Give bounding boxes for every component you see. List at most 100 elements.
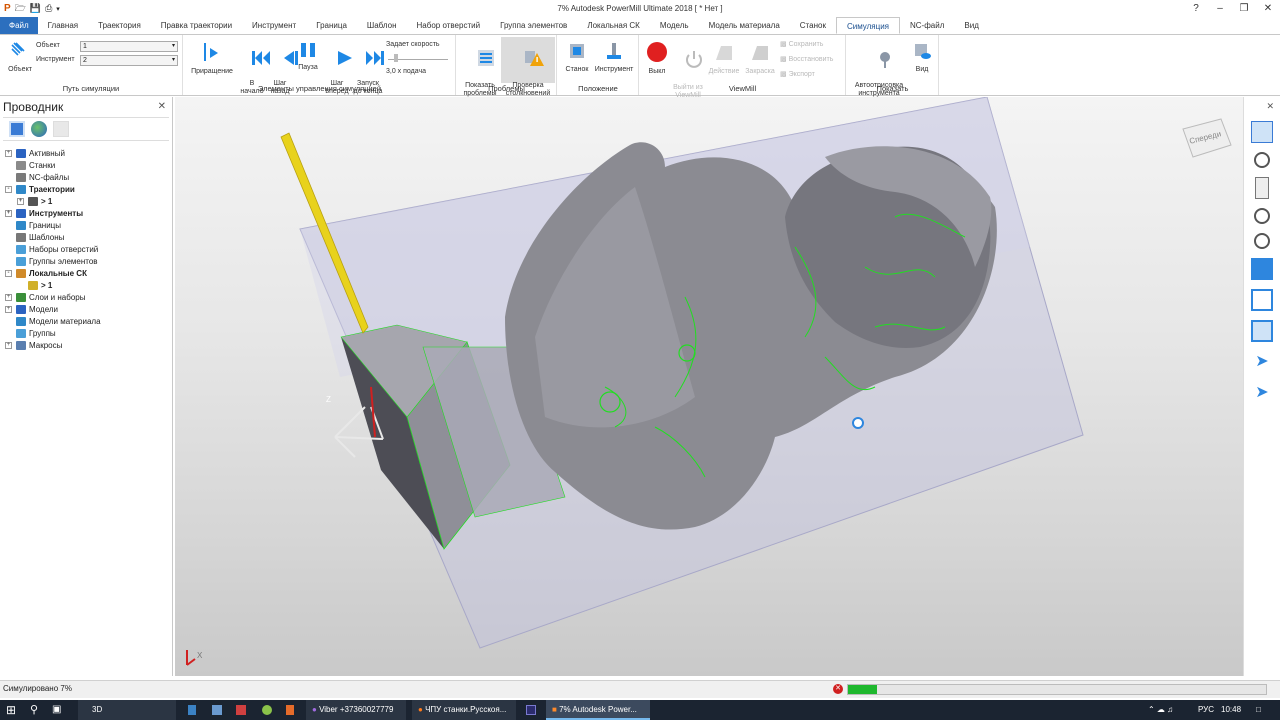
viewmill-off-button[interactable]: Выкл [644,41,670,76]
action-button[interactable]: Действие [706,41,742,76]
tab-13[interactable]: Симуляция [835,17,900,34]
tree-item[interactable]: - Локальные СК [0,267,172,279]
stop-simulation-icon[interactable]: ✕ [833,684,843,694]
tab-1[interactable]: Главная [38,17,88,34]
collapse-icon[interactable]: - [5,269,12,277]
tree-item[interactable]: + > 1 [0,195,172,207]
taskbar-pin-icon-5[interactable] [286,705,294,715]
expand-icon[interactable]: + [17,197,24,205]
tool-position-button[interactable]: Инструмент [592,41,636,74]
close-icon[interactable]: ✕ [1266,101,1274,112]
undo-select-icon[interactable]: ➤ [1251,382,1273,404]
tree-item-icon [16,184,26,194]
close-button[interactable]: ✕ [1256,0,1280,17]
tree-item[interactable]: Шаблоны [0,231,172,243]
tree-item[interactable]: - Траектории [0,183,172,195]
tree-item[interactable]: + Активный [0,147,172,159]
explorer-panel: Проводник ✕ + Активный Станки NC-файлы - Трае… [0,97,173,676]
tree-view-icon[interactable] [9,121,25,137]
tray-icons[interactable]: ⌃ ☁ ♫ [1148,700,1173,720]
tab-2[interactable]: Траектория [88,17,151,34]
tree-item[interactable]: Границы [0,219,172,231]
tab-0[interactable]: Файл [0,17,38,34]
save-viewmill-button[interactable]: ▩ Сохранить [780,41,844,49]
tree-item[interactable]: Станки [0,159,172,171]
tree-item[interactable]: Группы [0,327,172,339]
tab-8[interactable]: Группа элементов [490,17,577,34]
taskbar-pin-icon-4[interactable] [262,705,272,715]
shading-button[interactable]: Закраска [742,41,778,76]
tab-3[interactable]: Правка траектории [151,17,242,34]
taskbar-clock[interactable]: 10:48 [1221,700,1241,720]
tree-item[interactable]: Модели материала [0,315,172,327]
tab-12[interactable]: Станок [790,17,836,34]
export-viewmill-button[interactable]: ▩ Экспорт [780,71,844,79]
wireframe-view-icon[interactable] [1251,289,1273,311]
tab-6[interactable]: Шаблон [357,17,407,34]
record-icon [647,42,667,62]
globe-icon[interactable] [31,121,47,137]
select-cursor-icon[interactable]: ➤ [1251,351,1273,373]
view-toolbar-spacer [1244,97,1280,115]
machine-position-button[interactable]: Станок [560,41,594,74]
tab-11[interactable]: Модель материала [699,17,790,34]
taskbar-app-viber[interactable]: ● Viber +37360027779 [306,700,406,720]
view-select-icon[interactable] [1251,121,1273,143]
speed-slider-thumb[interactable] [394,54,398,62]
view-button[interactable]: Вид [909,41,935,74]
taskbar-pin-icon-6[interactable] [526,705,536,715]
tab-5[interactable]: Граница [306,17,357,34]
notifications-icon[interactable]: □ [1256,700,1261,720]
3d-viewport[interactable]: Спереди Z X [175,97,1243,676]
speed-slider[interactable] [388,54,448,62]
restore-button[interactable]: ❐ [1232,0,1256,17]
taskbar-pin-icon-2[interactable] [212,705,222,715]
search-icon[interactable]: ⚲ [30,700,38,720]
tab-9[interactable]: Локальная СК [577,17,650,34]
collapse-icon[interactable]: - [5,185,12,193]
object-button[interactable]: Объект [4,41,36,74]
object-select[interactable]: 1 ▾ [80,41,178,52]
input-language[interactable]: РУС [1198,700,1214,720]
expand-icon[interactable]: + [5,293,12,301]
taskbar-pin-icon[interactable] [188,705,196,715]
restore-viewmill-button[interactable]: ▩ Восстановить [780,56,844,64]
task-view-icon[interactable]: ▣ [52,700,61,720]
close-icon[interactable]: ✕ [158,97,166,117]
tab-7[interactable]: Набор отверстий [407,17,491,34]
tab-4[interactable]: Инструмент [242,17,306,34]
taskbar-pin-icon-3[interactable] [236,705,246,715]
tool-select[interactable]: 2 ▾ [80,55,178,66]
zoom-box-icon[interactable] [1254,233,1270,249]
transparent-view-icon[interactable] [1251,320,1273,342]
tree-item[interactable]: NC-файлы [0,171,172,183]
pause-button[interactable]: Пауза [294,41,322,72]
tree-item[interactable]: > 1 [0,279,172,291]
help-icon[interactable]: ? [1184,0,1208,17]
tree-item[interactable]: + Макросы [0,339,172,351]
expand-icon[interactable]: + [5,341,12,349]
page-view-icon[interactable] [1255,177,1269,199]
tab-15[interactable]: Вид [954,17,988,34]
zoom-fit-icon[interactable] [1254,208,1270,224]
minimize-button[interactable]: – [1208,0,1232,17]
expand-icon[interactable]: + [5,305,12,313]
tab-10[interactable]: Модель [650,17,699,34]
taskbar-app-powermill[interactable]: ■ 7% Autodesk Power... [546,700,650,720]
taskbar-app-browser[interactable]: ● ЧПУ станки.Русскоя... [412,700,516,720]
tree-item[interactable]: + Слои и наборы [0,291,172,303]
step-increment-button[interactable]: Приращение [188,41,236,76]
tool-draw-icon [879,52,890,68]
taskbar-app-folder[interactable]: 3D [78,700,176,720]
windows-start-icon[interactable]: ⊞ [6,700,16,720]
expand-icon[interactable]: + [5,209,12,217]
tree-item[interactable]: Наборы отверстий [0,243,172,255]
shaded-view-icon[interactable] [1251,258,1273,280]
expand-icon[interactable]: + [5,149,12,157]
tree-item[interactable]: + Инструменты [0,207,172,219]
tree-item[interactable]: + Модели [0,303,172,315]
tree-item[interactable]: Группы элементов [0,255,172,267]
tab-14[interactable]: NC-файл [900,17,954,34]
collision-check-button[interactable]: Проверка столкновений [501,37,555,97]
zoom-rotate-icon[interactable] [1254,152,1270,168]
